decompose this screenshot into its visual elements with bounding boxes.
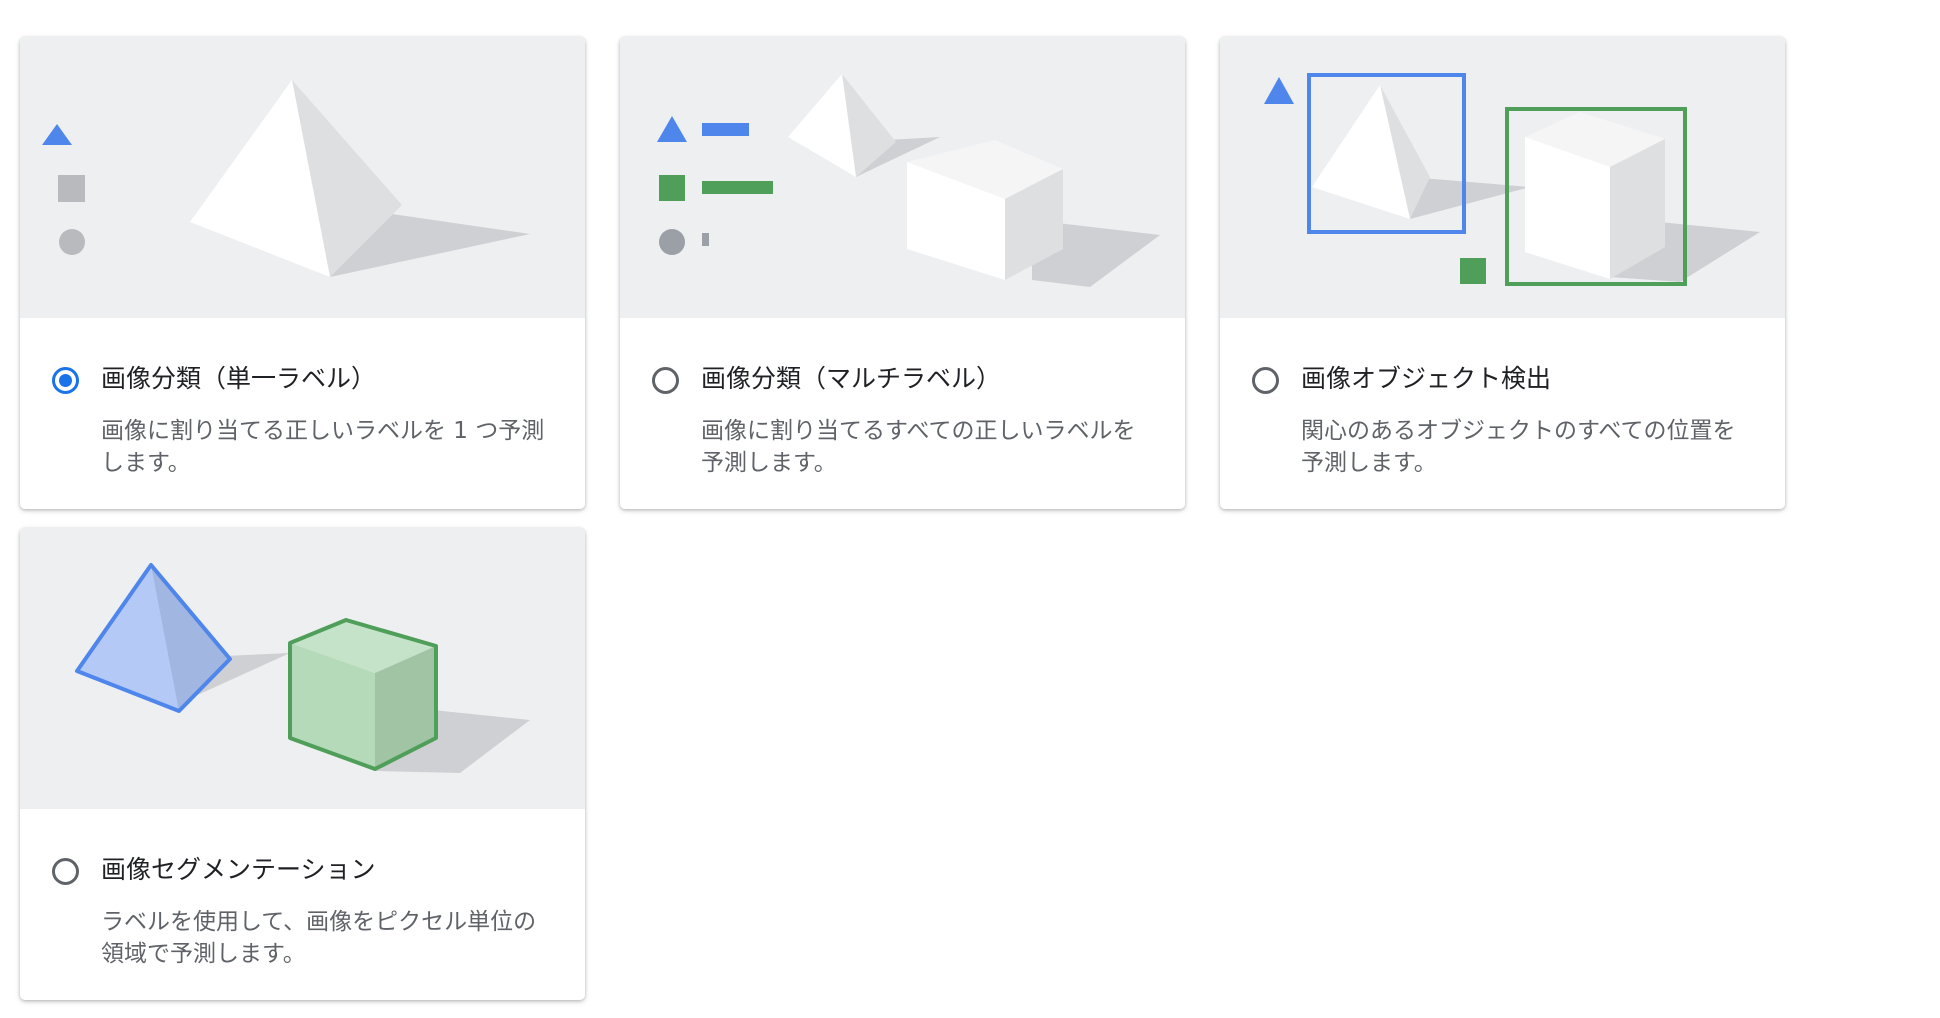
- option-description: 画像に割り当てる正しいラベルを 1 つ予測します。: [101, 418, 545, 476]
- label-square-icon: [1460, 258, 1486, 284]
- option-title: 画像セグメンテーション: [101, 855, 376, 884]
- option-title: 画像分類（単一ラベル）: [101, 364, 377, 393]
- single-label-illustration: [20, 37, 585, 318]
- option-description: ラベルを使用して、画像をピクセル単位の領域で予測します。: [101, 909, 537, 967]
- option-description: 画像に割り当てるすべての正しいラベルを予測します。: [701, 418, 1136, 476]
- label-square-icon: [58, 175, 85, 202]
- label-triangle-icon: [42, 124, 72, 145]
- multi-label-radio[interactable]: [652, 367, 679, 394]
- segmentation-illustration: [20, 528, 585, 809]
- label-triangle-icon: [657, 116, 687, 142]
- label-bar-gray: [702, 233, 709, 246]
- label-square-icon: [659, 175, 685, 201]
- cube-image: [1525, 112, 1760, 282]
- option-title: 画像分類（マルチラベル）: [701, 364, 1002, 393]
- option-card-multi-label[interactable]: 画像分類（マルチラベル） 画像に割り当てるすべての正しいラベルを予測します。: [620, 37, 1185, 509]
- pyramid-image: [190, 80, 530, 277]
- label-bar-green: [702, 181, 773, 194]
- multi-label-illustration: [620, 37, 1185, 318]
- cube-image: [907, 140, 1160, 287]
- segmentation-radio[interactable]: [52, 858, 79, 885]
- object-detection-radio[interactable]: [1252, 367, 1279, 394]
- cube-segment: [288, 618, 530, 773]
- label-circle-icon: [59, 229, 85, 255]
- option-card-object-detection[interactable]: 画像オブジェクト検出 関心のあるオブジェクトのすべての位置を予測します。: [1220, 37, 1785, 509]
- label-circle-icon: [659, 229, 685, 255]
- option-description: 関心のあるオブジェクトのすべての位置を予測します。: [1301, 418, 1736, 476]
- label-bar-blue: [702, 123, 749, 136]
- radio-selected-dot: [59, 374, 72, 387]
- object-detection-illustration: [1220, 37, 1785, 318]
- single-label-radio[interactable]: [52, 367, 79, 394]
- option-card-segmentation[interactable]: 画像セグメンテーション ラベルを使用して、画像をピクセル単位の領域で予測します。: [20, 528, 585, 1000]
- label-triangle-icon: [1264, 77, 1294, 104]
- pyramid-image: [1312, 85, 1530, 219]
- pyramid-segment: [75, 563, 290, 713]
- option-card-single-label[interactable]: 画像分類（単一ラベル） 画像に割り当てる正しいラベルを 1 つ予測します。: [20, 37, 585, 509]
- option-title: 画像オブジェクト検出: [1301, 364, 1552, 393]
